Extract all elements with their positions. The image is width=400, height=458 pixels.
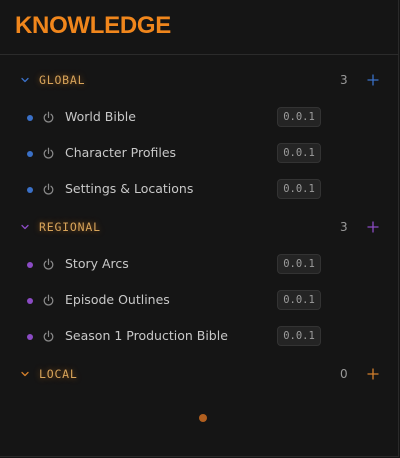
section-header-global[interactable]: GLOBAL 3 [0,70,399,94]
section-header-local[interactable]: LOCAL 0 [0,364,399,388]
add-local-button[interactable] [365,366,381,382]
list-item[interactable]: Settings & Locations 0.0.1 [0,177,399,201]
version-badge: 0.0.1 [277,254,321,274]
section-label-local: LOCAL [39,367,78,381]
status-dot [27,187,33,193]
version-badge: 0.0.1 [277,143,321,163]
add-regional-button[interactable] [365,219,381,235]
section-count-regional: 3 [340,220,348,234]
status-dot [27,151,33,157]
version-badge: 0.0.1 [277,326,321,346]
item-label: Season 1 Production Bible [65,328,228,343]
status-dot [27,298,33,304]
version-badge: 0.0.1 [277,290,321,310]
title-divider [0,54,399,55]
item-label: Settings & Locations [65,181,194,196]
panel-title: KNOWLEDGE [15,12,171,39]
section-label-global: GLOBAL [39,73,86,87]
activity-indicator-dot [199,414,207,422]
item-label: Episode Outlines [65,292,170,307]
list-item[interactable]: World Bible 0.0.1 [0,105,399,129]
item-label: Story Arcs [65,256,129,271]
chevron-down-icon[interactable] [19,221,31,233]
chevron-down-icon[interactable] [19,74,31,86]
section-count-local: 0 [340,367,348,381]
version-badge: 0.0.1 [277,107,321,127]
item-label: World Bible [65,109,136,124]
list-item[interactable]: Story Arcs 0.0.1 [0,252,399,276]
list-item[interactable]: Character Profiles 0.0.1 [0,141,399,165]
knowledge-panel: KNOWLEDGE GLOBAL 3 World Bible 0.0.1 Cha… [0,0,399,457]
power-icon[interactable] [42,330,55,343]
power-icon[interactable] [42,147,55,160]
list-item[interactable]: Episode Outlines 0.0.1 [0,288,399,312]
power-icon[interactable] [42,258,55,271]
status-dot [27,115,33,121]
section-label-regional: REGIONAL [39,220,101,234]
section-header-regional[interactable]: REGIONAL 3 [0,217,399,241]
add-global-button[interactable] [365,72,381,88]
power-icon[interactable] [42,183,55,196]
section-count-global: 3 [340,73,348,87]
version-badge: 0.0.1 [277,179,321,199]
status-dot [27,262,33,268]
power-icon[interactable] [42,111,55,124]
item-label: Character Profiles [65,145,177,160]
chevron-down-icon[interactable] [19,368,31,380]
list-item[interactable]: Season 1 Production Bible 0.0.1 [0,324,399,348]
status-dot [27,334,33,340]
power-icon[interactable] [42,294,55,307]
